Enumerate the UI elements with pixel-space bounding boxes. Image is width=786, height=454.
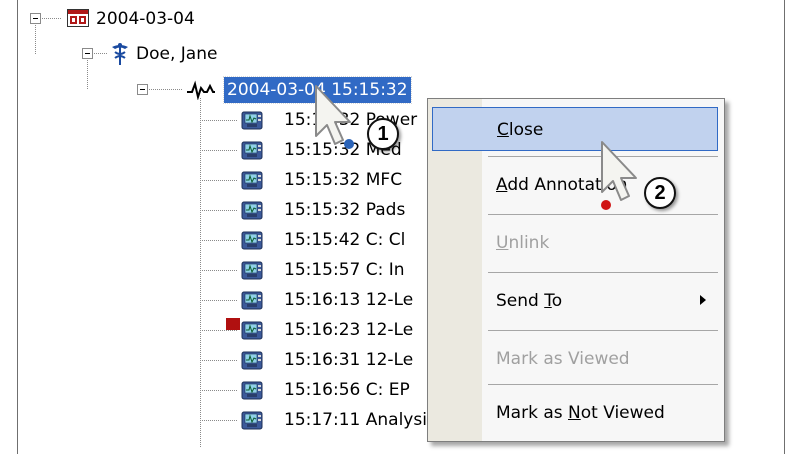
tree-connector [200,420,238,421]
tree-connector [87,60,88,90]
menu-item-label: Close [497,120,544,140]
menu-item-unlink: Unlink [432,221,718,265]
submenu-arrow-icon [700,295,706,305]
menu-separator [488,272,718,273]
monitor-device-icon [241,231,263,250]
menu-item-mark-as-viewed: Mark as Viewed [432,337,718,381]
collapse-toggle-session[interactable] [137,84,148,95]
tree-connector [149,89,183,90]
tree-connector [200,270,238,271]
date-node-label[interactable]: 2004-03-04 [96,5,195,33]
waveform-icon [187,80,215,100]
menu-item-label: Send To [496,291,563,311]
monitor-device-icon [241,111,263,130]
context-menu: Close Add Annotation Unlink Send To Mark as … [427,98,725,442]
menu-item-close[interactable]: Close [432,107,718,151]
tree-connector [200,360,238,361]
monitor-device-icon [241,141,263,160]
callout-step-1: 1 [367,118,399,150]
menu-item-label: Mark as Not Viewed [496,403,665,423]
tree-connector [42,18,62,19]
record-label[interactable]: 15:15:32 Pads [284,196,405,224]
tree-connector [200,300,238,301]
tree-connector [200,390,238,391]
tree-connector [200,120,238,121]
record-label[interactable]: 15:16:23 12-Le [284,316,413,344]
patient-node-label[interactable]: Doe, Jane [136,40,217,68]
mouse-cursor-icon [315,85,354,149]
tree-connector [200,330,238,331]
monitor-device-icon [241,321,263,340]
tree-connector [200,210,238,211]
record-label[interactable]: 15:16:13 12-Le [284,286,413,314]
menu-item-mark-as-not-viewed[interactable]: Mark as Not Viewed [432,391,718,435]
record-label[interactable]: 15:16:56 C: EP [284,376,410,404]
menu-separator [488,214,718,215]
tree-connector [200,180,238,181]
tree-connector [200,150,238,151]
tree-connector [94,53,108,54]
menu-item-add-annotation[interactable]: Add Annotation [432,163,718,207]
monitor-device-icon [241,411,263,430]
record-label[interactable]: 15:16:31 12-Le [284,346,413,374]
caduceus-icon [112,43,128,65]
calendar-icon [67,9,89,27]
menu-item-label: Mark as Viewed [496,349,630,369]
mouse-cursor-icon [601,141,637,210]
record-label[interactable]: 15:15:42 C: Cl [284,226,405,254]
tree-connector [200,240,238,241]
menu-item-send-to[interactable]: Send To [432,279,718,323]
record-label[interactable]: 15:15:57 C: In [284,256,405,284]
12-lead-flag-icon [226,318,240,330]
menu-item-label: Unlink [496,233,550,253]
monitor-device-icon [241,171,263,190]
menu-separator [488,384,718,385]
tree-connector [35,25,36,55]
monitor-device-icon [241,351,263,370]
monitor-device-icon [241,261,263,280]
monitor-device-icon [241,381,263,400]
record-label[interactable]: 15:15:32 MFC [284,166,402,194]
monitor-device-icon [241,201,263,220]
collapse-toggle-date[interactable] [30,13,41,24]
menu-separator [488,330,718,331]
monitor-device-icon [241,291,263,310]
collapse-toggle-patient[interactable] [82,48,93,59]
callout-step-2: 2 [644,177,676,209]
